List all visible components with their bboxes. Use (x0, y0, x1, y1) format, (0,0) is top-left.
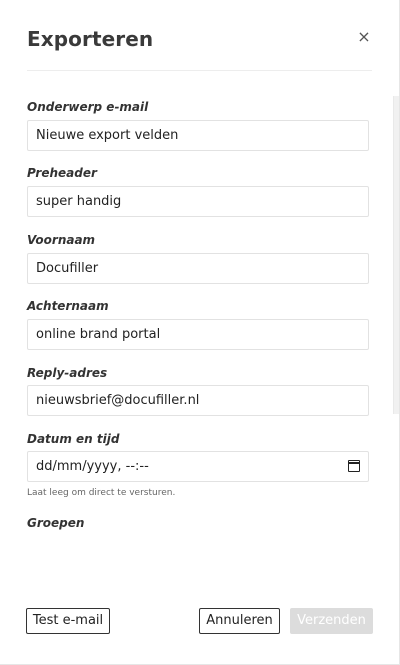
datetime-label: Datum en tijd (27, 432, 120, 446)
firstname-input[interactable]: Docufiller (27, 253, 369, 284)
send-button[interactable]: Verzenden (290, 608, 373, 634)
lastname-label: Achternaam (27, 299, 109, 313)
reply-input[interactable]: nieuwsbrief@docufiller.nl (27, 385, 369, 416)
datetime-input[interactable]: dd/mm/yyyy, --:-- (27, 451, 369, 482)
datetime-value: dd/mm/yyyy, --:-- (36, 459, 149, 474)
modal-title: Exporteren (27, 27, 154, 51)
firstname-label: Voornaam (27, 233, 96, 247)
lastname-input[interactable]: online brand portal (27, 319, 369, 350)
subject-input[interactable]: Nieuwe export velden (27, 120, 369, 151)
subject-label: Onderwerp e-mail (27, 100, 149, 114)
calendar-icon[interactable] (348, 460, 360, 472)
reply-label: Reply-adres (27, 366, 108, 380)
cancel-button[interactable]: Annuleren (199, 608, 280, 634)
groups-label: Groepen (27, 516, 85, 530)
datetime-hint: Laat leeg om direct te versturen. (27, 488, 176, 498)
test-email-button[interactable]: Test e-mail (26, 608, 110, 634)
export-modal: Exporteren × Onderwerp e-mail Nieuwe exp… (0, 0, 400, 665)
close-icon[interactable]: × (354, 27, 374, 47)
header-divider (27, 70, 372, 71)
modal-header: Exporteren × (27, 27, 372, 57)
preheader-label: Preheader (27, 166, 97, 180)
scrollbar[interactable] (393, 96, 399, 414)
preheader-input[interactable]: super handig (27, 186, 369, 217)
